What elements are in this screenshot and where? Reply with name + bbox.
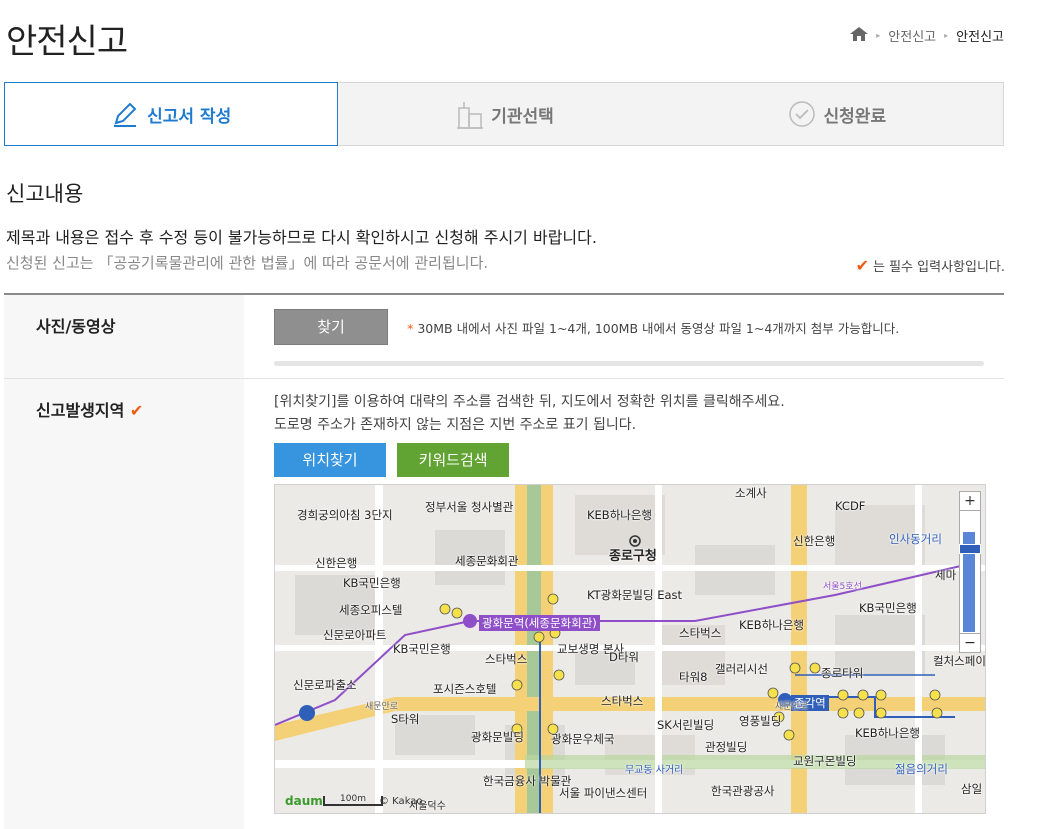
section-title: 신고내용 [6,182,84,206]
page-title: 안전신고 [6,22,128,62]
records-law-notice: 신청된 신고는 「공공기록물관리에 관한 법률」에 따라 공문서에 관리됩니다. [6,254,489,272]
breadcrumb-current: 안전신고 [956,30,1004,45]
map-label: 세마 [935,568,957,582]
map-label: KEB하나은행 [587,508,653,522]
breadcrumb-item[interactable]: 안전신고 [888,26,936,45]
zoom-slider-handle[interactable] [959,544,981,554]
map-label: 관정빌딩 [705,740,748,754]
map-label: 타워8 [679,670,708,684]
map-label: 서울 파이낸스센터 [559,786,648,800]
breadcrumb: ▸ 안전신고 ▸ 안전신고 [850,26,1004,45]
map-label: 영풍빌딩 [739,714,782,728]
map-label: 새문안로 [365,702,399,712]
map-zoom-control: + − [959,491,981,653]
home-icon[interactable] [850,26,869,45]
upload-hint: * 30MB 내에서 사진 파일 1~4개, 100MB 내에서 동영상 파일 … [407,321,900,336]
map-label: 경희궁의아침 3단지 [297,508,393,522]
map-label: 스타벅스 [485,652,528,666]
photo-label: 사진/동영상 [4,295,244,378]
required-check-icon: ✔ [855,256,869,275]
breadcrumb-separator-icon: ▸ [944,31,949,40]
find-file-button[interactable]: 찾기 [274,309,388,345]
location-row: 신고발생지역 ✔ [위치찾기]를 이용하여 대략의 주소를 검색한 뒤, 지도에… [4,379,1004,829]
required-note: ✔ 는 필수 입력사항입니다. [855,256,1005,275]
map-label: 새문안로 [775,702,809,712]
location-map[interactable]: 경희궁의아침 3단지 정부서울 청사별관 KEB하나은행 KCDF 신한은행 인… [274,484,986,814]
step-write: 신고서 작성 [4,82,339,146]
step-label: 신고서 작성 [147,106,232,127]
map-label: 포시즌스호텔 [433,682,497,696]
map-label: 젊음의거리 [895,762,948,776]
map-label: 신문로아파트 [323,628,387,642]
map-label: 서울5호선 [823,582,862,592]
map-label: 세종문화회관 [455,554,519,568]
map-label: 스타벅스 [601,694,644,708]
map-label: 신문로파출소 [293,678,357,692]
map-label: KB국민은행 [859,601,917,615]
map-label: KB국민은행 [393,642,451,656]
map-label: 신한은행 [793,534,836,548]
map-label: 인사동거리 [889,532,942,546]
location-label: 신고발생지역 ✔ [4,379,244,829]
step-indicator: 신고서 작성 기관선택 신청완료 [4,82,1004,146]
map-label: D타워 [609,650,640,664]
check-circle-icon [788,100,816,128]
required-check-icon: ✔ [129,401,144,420]
find-location-button[interactable]: 위치찾기 [274,443,386,477]
map-brand-logo: daum [285,794,323,808]
map-label: 세종오피스텔 [339,603,403,617]
photo-row: 사진/동영상 찾기 * 30MB 내에서 사진 파일 1~4개, 100MB 내… [4,295,1004,379]
step-agency: 기관선택 [338,83,670,145]
map-label: 교원구몬빌딩 [793,754,857,768]
pencil-icon [111,100,139,128]
map-label: 종로타워 [821,666,864,680]
map-label: S타워 [391,712,420,726]
step-label: 기관선택 [491,106,554,127]
report-form: 사진/동영상 찾기 * 30MB 내에서 사진 파일 1~4개, 100MB 내… [4,293,1004,829]
map-label: KEB하나은행 [739,618,805,632]
map-label: 광화문역(세종문화회관) [479,615,600,631]
map-label: KB국민은행 [343,576,401,590]
map-label: 스타벅스 [679,626,722,640]
building-icon [455,100,484,129]
map-label: 컬처스페이 [933,654,986,668]
map-scale: 100m [323,795,383,806]
map-label: 소계사 [735,486,767,500]
map-label: 종로구청 [609,549,657,564]
map-label: 광화문우체국 [551,732,615,746]
upload-progress-bar [274,361,984,366]
keyword-search-button[interactable]: 키워드검색 [397,443,510,477]
map-label: 광화문빌딩 [471,730,524,744]
breadcrumb-separator-icon: ▸ [876,31,881,40]
map-label: 신한은행 [315,556,358,570]
zoom-out-button[interactable]: − [960,633,980,652]
map-label: KCDF [835,499,866,513]
step-label: 신청완료 [823,106,887,127]
zoom-in-button[interactable]: + [960,492,980,511]
step-complete: 신청완료 [671,83,1003,145]
location-desc-2: 도로명 주소가 존재하지 않는 지점은 지번 주소로 표기 됩니다. [274,417,637,433]
notice-text: 제목과 내용은 접수 후 수정 등이 불가능하므로 다시 확인하시고 신청해 주… [6,228,597,247]
map-label: KT광화문빌딩 East [587,588,683,602]
location-desc-1: [위치찾기]를 이용하여 대략의 주소를 검색한 뒤, 지도에서 정확한 위치를… [274,394,785,410]
map-label: 삼일 [961,782,983,796]
map-label: KEB하나은행 [855,726,921,740]
map-copyright: © Kakao [379,796,423,807]
map-label: 한국관광공사 [711,784,775,798]
map-label: 정부서울 청사별관 [425,500,514,514]
map-label: 갤러리시선 [715,662,768,676]
map-label: SK서린빌딩 [657,718,715,732]
map-label: 무교동 사거리 [625,765,684,776]
